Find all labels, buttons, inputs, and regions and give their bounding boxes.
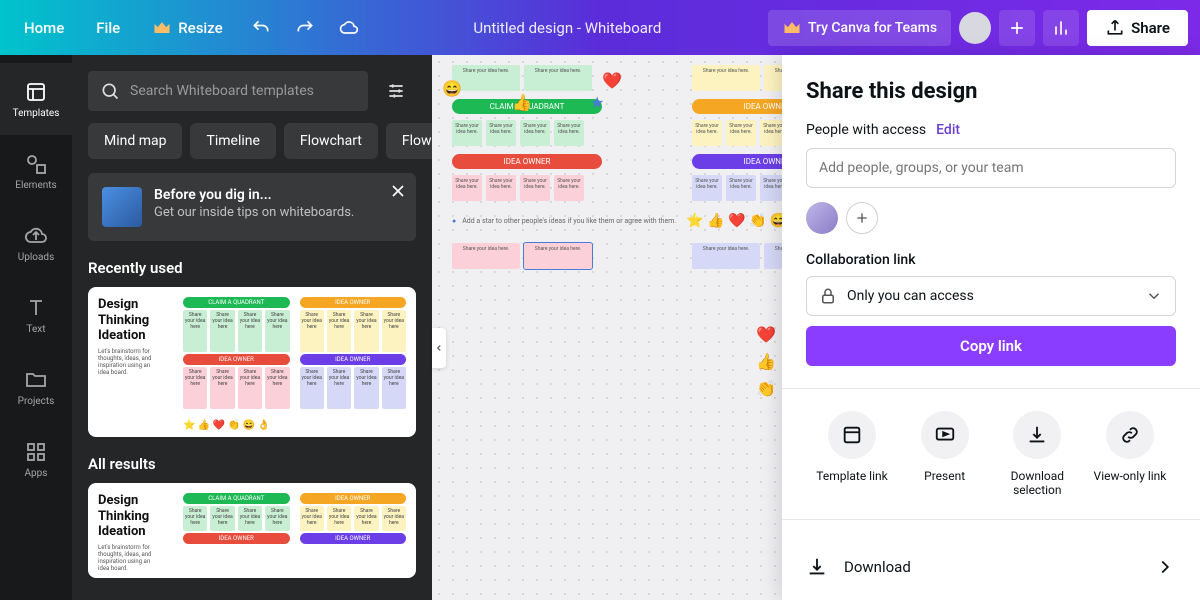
template-subtitle: Let's brainstorm for thoughts, ideas, an… [98, 348, 158, 376]
template-card-all[interactable]: DesignThinkingIdeation Let's brainstorm … [88, 483, 416, 578]
try-teams-label: Try Canva for Teams [808, 20, 937, 36]
canvas-caption: Add a star to other people's ideas if yo… [462, 217, 676, 225]
thumbsup-reaction: 👍 [512, 93, 532, 112]
divider [782, 388, 1200, 389]
rail-templates[interactable]: Templates [0, 63, 72, 135]
pill-idea-owner[interactable]: IDEA OWNER [452, 154, 602, 169]
share-label: Share [1131, 19, 1170, 37]
projects-icon [24, 368, 48, 392]
filters-button[interactable] [376, 71, 416, 111]
resize-label: Resize [178, 19, 222, 37]
topbar: Home File Resize Untitled design - White… [0, 0, 1200, 55]
recently-used-heading: Recently used [88, 259, 416, 277]
chip-flowchart[interactable]: Flowchart [284, 123, 378, 159]
search-input-wrap [88, 71, 368, 111]
edit-access-link[interactable]: Edit [936, 122, 960, 138]
collab-value: Only you can access [847, 288, 1135, 304]
reaction-sidebar: ❤️👍👏 [756, 325, 776, 398]
heart-reaction: ❤️ [602, 71, 622, 90]
templates-icon [24, 80, 48, 104]
action-view-only-link[interactable]: View-only link [1090, 411, 1170, 497]
rail-projects[interactable]: Projects [0, 351, 72, 423]
share-title: Share this design [806, 79, 1176, 104]
tip-close[interactable] [388, 181, 408, 201]
tip-subtitle: Get our inside tips on whiteboards. [154, 205, 354, 220]
close-icon [388, 181, 408, 201]
download-icon [806, 556, 828, 578]
rail-elements[interactable]: Elements [0, 135, 72, 207]
try-teams-button[interactable]: Try Canva for Teams [768, 10, 951, 46]
text-icon [24, 296, 48, 320]
rail-text[interactable]: Text [0, 279, 72, 351]
resize-button[interactable]: Resize [140, 10, 234, 46]
side-rail: Templates Elements Uploads Text Projects… [0, 55, 72, 600]
member-avatar[interactable] [806, 202, 838, 234]
download-icon [1026, 424, 1048, 446]
sliders-icon [386, 81, 406, 101]
home-button[interactable]: Home [12, 11, 76, 45]
search-input[interactable] [130, 83, 356, 99]
people-input[interactable] [806, 148, 1176, 188]
collab-access-select[interactable]: Only you can access [806, 276, 1176, 316]
cloud-sync-button[interactable] [331, 10, 367, 46]
apps-icon [24, 440, 48, 464]
share-icon [1105, 18, 1125, 38]
chip-timeline[interactable]: Timeline [190, 123, 275, 159]
star-reaction: ★ [590, 93, 604, 112]
smile-reaction: 😄 [442, 79, 462, 98]
chip-flow[interactable]: Flow [386, 123, 432, 159]
reaction-row: ⭐ 👍 ❤️ 👏 😄 👌 [183, 420, 270, 431]
share-panel: Share this design People with access Edi… [782, 55, 1200, 600]
file-menu[interactable]: File [84, 11, 132, 45]
download-row[interactable]: Download [806, 542, 1176, 592]
suggestion-chips: Mind map Timeline Flowchart Flow [88, 123, 416, 159]
uploads-icon [24, 224, 48, 248]
link-icon [1119, 424, 1141, 446]
redo-button[interactable] [287, 10, 323, 46]
chip-mind-map[interactable]: Mind map [88, 123, 182, 159]
undo-icon [251, 18, 271, 38]
templates-panel: Mind map Timeline Flowchart Flow Before … [72, 55, 432, 600]
tip-title: Before you dig in... [154, 187, 354, 203]
add-people-button[interactable] [846, 202, 878, 234]
crown-icon [782, 18, 802, 38]
plus-icon [1007, 18, 1027, 38]
plus-icon [854, 210, 870, 226]
onboarding-tip[interactable]: Before you dig in... Get our inside tips… [88, 173, 416, 241]
redo-icon [295, 18, 315, 38]
cloud-icon [339, 18, 359, 38]
present-icon [934, 424, 956, 446]
tip-thumbnail [102, 187, 142, 227]
search-icon [100, 81, 120, 101]
chevron-right-icon [1154, 556, 1176, 578]
share-social-row[interactable]: Share on social [806, 592, 1176, 600]
chevron-left-icon [434, 343, 444, 353]
copy-link-button[interactable]: Copy link [806, 326, 1176, 366]
design-title[interactable]: Untitled design - Whiteboard [473, 19, 661, 37]
rail-uploads[interactable]: Uploads [0, 207, 72, 279]
undo-button[interactable] [243, 10, 279, 46]
divider [782, 519, 1200, 520]
chart-icon [1051, 18, 1071, 38]
collapse-panel-button[interactable] [432, 328, 446, 368]
all-results-heading: All results [88, 455, 416, 473]
rail-apps[interactable]: Apps [0, 423, 72, 495]
chevron-down-icon [1145, 287, 1163, 305]
link-icon [841, 424, 863, 446]
user-avatar[interactable] [959, 12, 991, 44]
elements-icon [24, 152, 48, 176]
crown-icon [152, 18, 172, 38]
share-button[interactable]: Share [1087, 10, 1188, 46]
insights-button[interactable] [1043, 10, 1079, 46]
template-card-recent[interactable]: DesignThinkingIdeation Let's brainstorm … [88, 287, 416, 437]
title-wrap: Untitled design - Whiteboard [375, 19, 760, 37]
collab-link-label: Collaboration link [806, 252, 1176, 268]
action-download-selection[interactable]: Download selection [997, 411, 1077, 497]
people-access-label: People with access [806, 122, 926, 138]
action-present[interactable]: Present [905, 411, 985, 497]
action-template-link[interactable]: Template link [812, 411, 892, 497]
lock-icon [819, 287, 837, 305]
template-subtitle: Let's brainstorm for thoughts, ideas, an… [98, 544, 158, 572]
add-member-button[interactable] [999, 10, 1035, 46]
